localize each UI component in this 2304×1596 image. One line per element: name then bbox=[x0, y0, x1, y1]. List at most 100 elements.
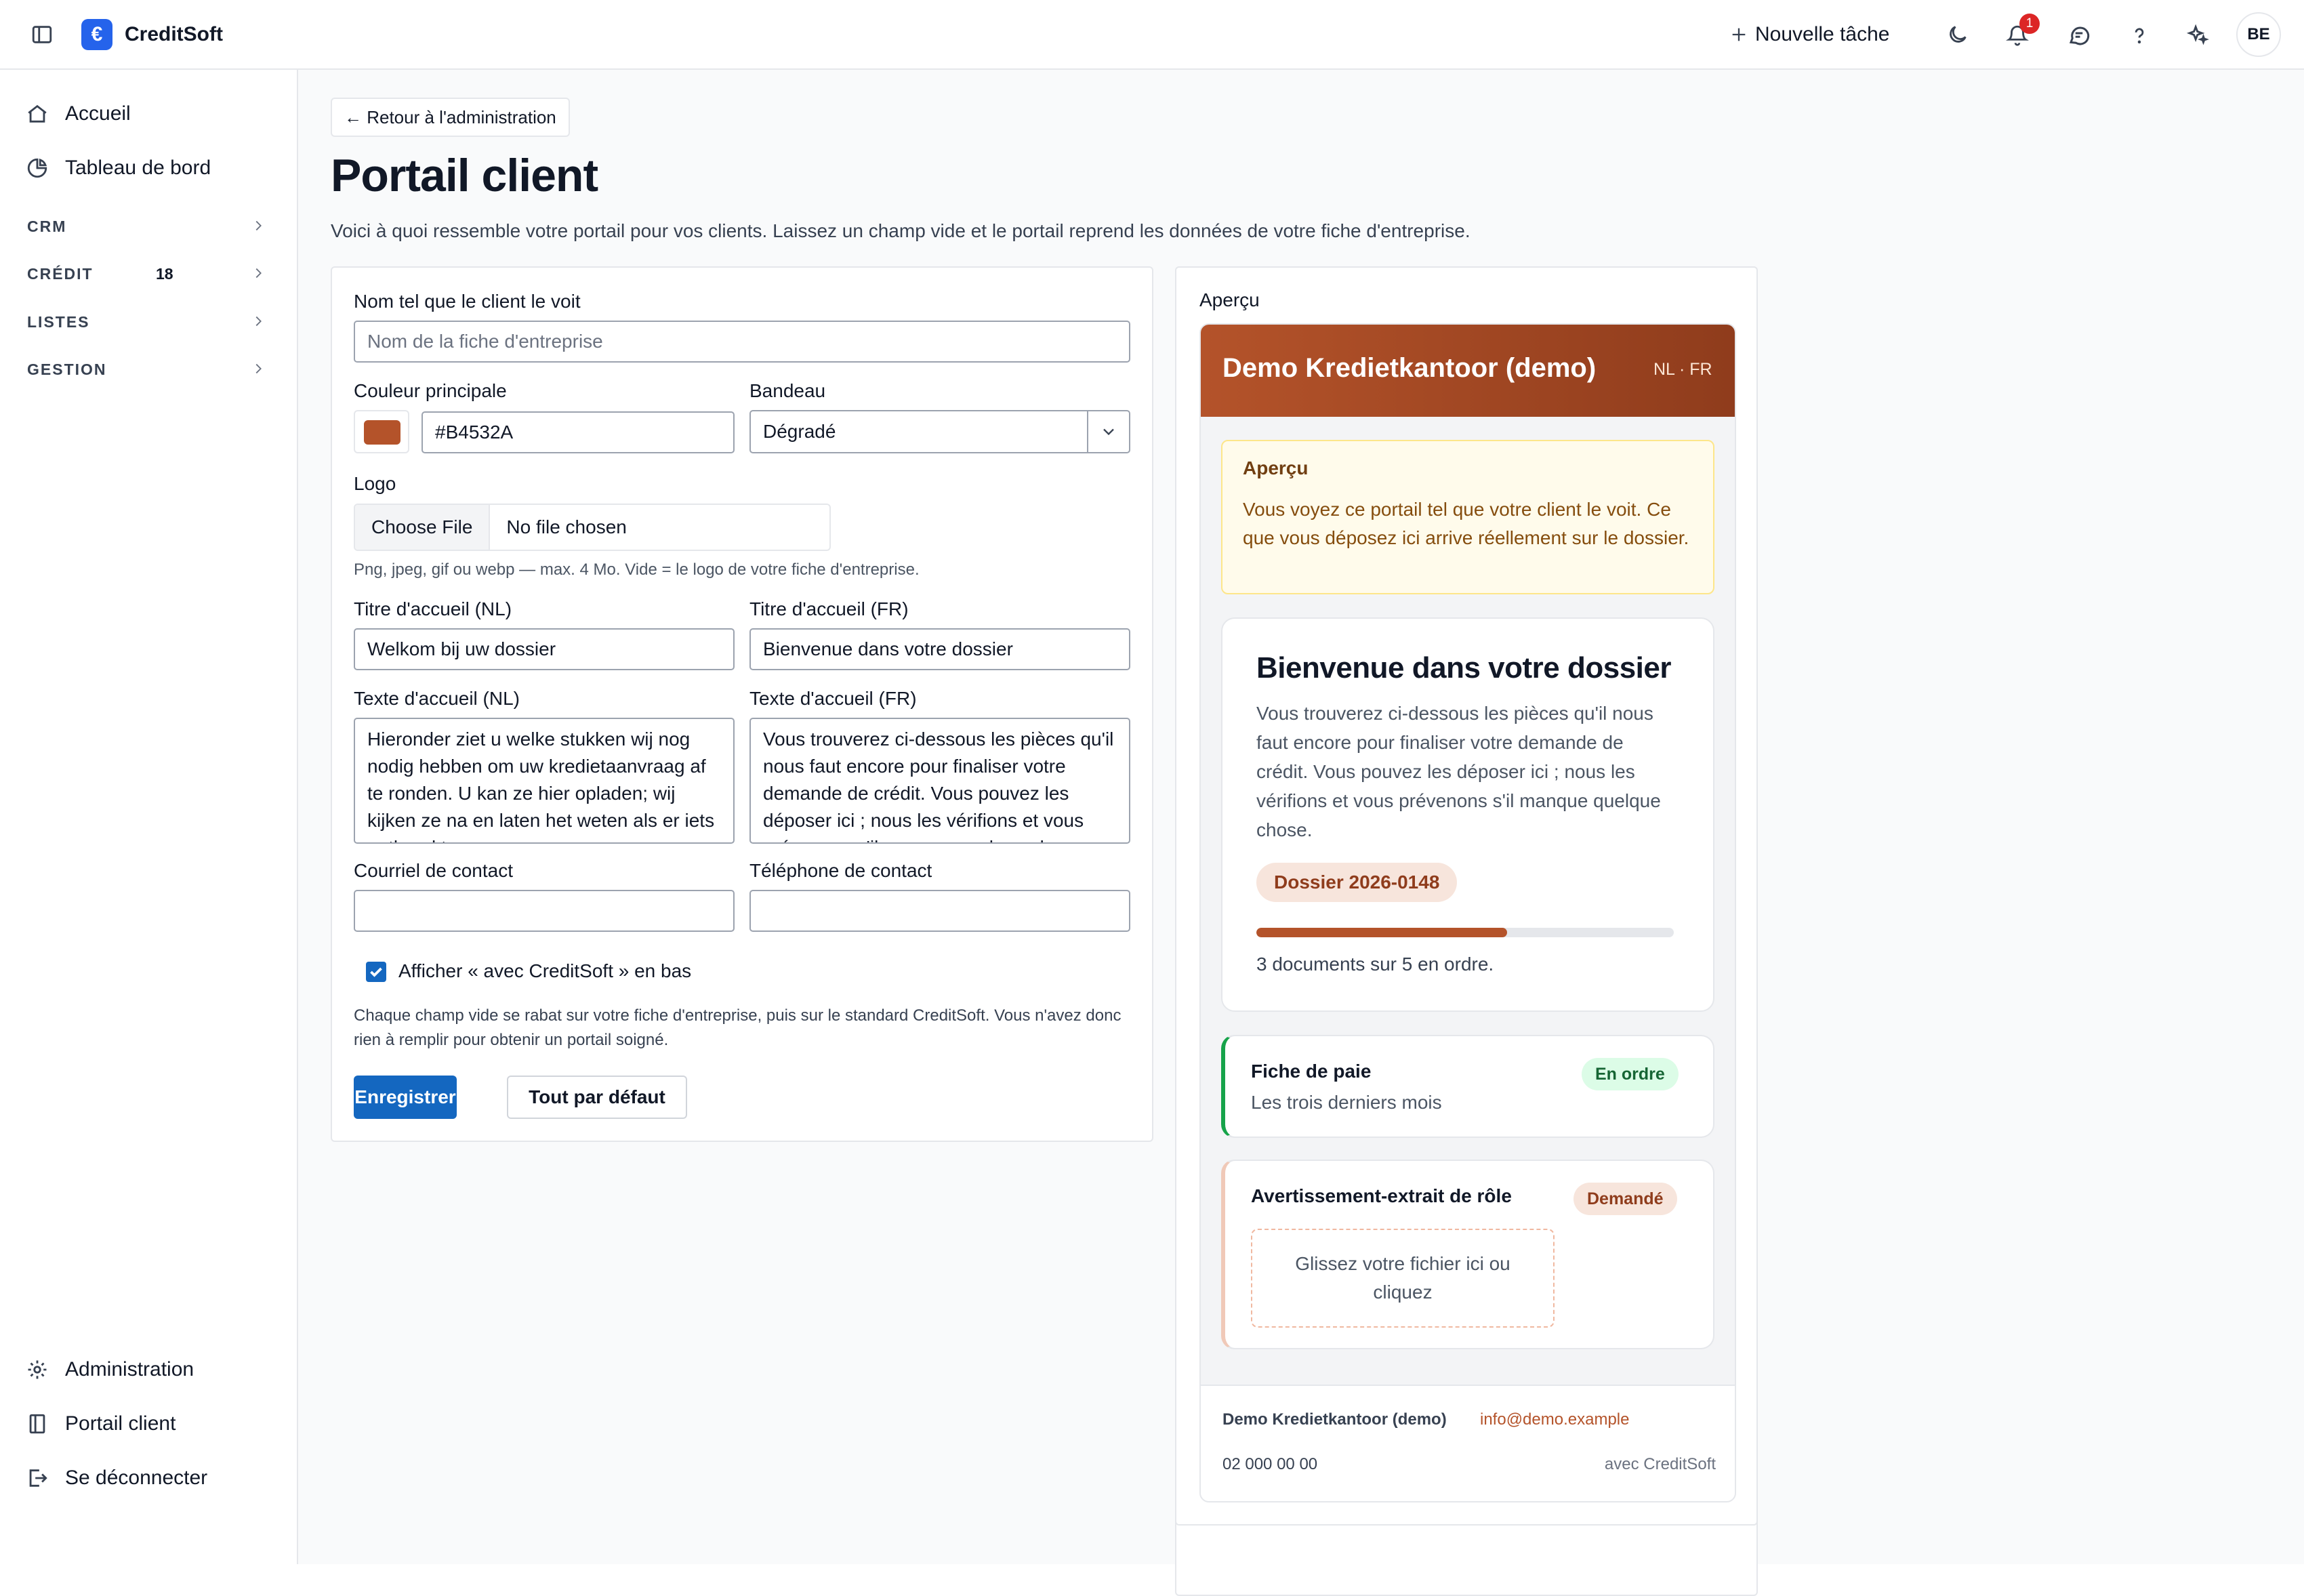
notice-text: Vous voyez ce portail tel que votre clie… bbox=[1243, 499, 1689, 548]
new-task-label: Nouvelle tâche bbox=[1755, 23, 1890, 45]
portal-company-name: Demo Kredietkantoor (demo) bbox=[1222, 353, 1597, 383]
sidebar-section-label: CRM bbox=[27, 218, 67, 235]
preview-label: Aperçu bbox=[1199, 289, 1260, 310]
show-footer-label[interactable]: Afficher « avec CreditSoft » en bas bbox=[398, 960, 691, 982]
sidebar-item-label: Se déconnecter bbox=[65, 1467, 208, 1489]
home-icon bbox=[26, 102, 49, 125]
sidebar-section-label: LISTES bbox=[27, 313, 90, 331]
sidebar: Accueil Tableau de bord CRM CRÉDIT 18 LI… bbox=[0, 70, 298, 1564]
client-name-placeholder: Nom de la fiche d'entreprise bbox=[367, 331, 603, 352]
notification-badge: 1 bbox=[2019, 14, 2040, 34]
logo-file-input[interactable]: Choose File No file chosen bbox=[354, 504, 831, 551]
chevron-right-icon bbox=[251, 361, 266, 376]
page-title: Portail client bbox=[331, 150, 598, 201]
status-badge: Demandé bbox=[1573, 1183, 1677, 1215]
title-fr-input[interactable]: Bienvenue dans votre dossier bbox=[749, 628, 1130, 670]
sidebar-item-logout[interactable]: Se déconnecter bbox=[14, 1461, 278, 1495]
banner-select[interactable]: Dégradé bbox=[749, 410, 1130, 453]
sparkle-icon[interactable] bbox=[2186, 23, 2209, 46]
portal-banner: Demo Kredietkantoor (demo) NL · FR bbox=[1201, 325, 1735, 417]
settings-form: Nom tel que le client le voit Nom de la … bbox=[331, 266, 1153, 1142]
file-dropzone[interactable]: Glissez votre fichier ici ou cliquez bbox=[1251, 1229, 1555, 1328]
document-item: Avertissement-extrait de rôle Demandé Gl… bbox=[1221, 1160, 1714, 1349]
chevron-right-icon bbox=[251, 218, 266, 233]
status-badge: En ordre bbox=[1582, 1058, 1679, 1090]
document-title: Avertissement-extrait de rôle bbox=[1251, 1185, 1512, 1206]
preview-card: Aperçu Demo Kredietkantoor (demo) NL · F… bbox=[1175, 266, 1758, 1526]
document-item: Fiche de paie Les trois derniers mois En… bbox=[1221, 1035, 1714, 1138]
reset-defaults-button[interactable]: Tout par défaut bbox=[507, 1076, 687, 1119]
sidebar-item-dashboard[interactable]: Tableau de bord bbox=[14, 151, 278, 185]
progress-track bbox=[1256, 928, 1674, 937]
sidebar-section-management[interactable]: GESTION bbox=[14, 352, 278, 386]
logo-help-text: Png, jpeg, gif ou webp — max. 4 Mo. Vide… bbox=[354, 560, 920, 579]
name-label: Nom tel que le client le voit bbox=[354, 291, 581, 312]
logout-icon bbox=[26, 1467, 49, 1490]
pie-chart-icon bbox=[26, 157, 49, 180]
sidebar-section-lists[interactable]: LISTES bbox=[14, 304, 278, 338]
text-fr-textarea[interactable]: Vous trouverez ci-dessous les pièces qu'… bbox=[749, 718, 1130, 844]
form-help-text: Chaque champ vide se rabat sur votre fic… bbox=[354, 1006, 1122, 1049]
choose-file-button[interactable]: Choose File bbox=[355, 505, 491, 550]
text-nl-label: Texte d'accueil (NL) bbox=[354, 688, 520, 709]
footer-phone: 02 000 00 00 bbox=[1222, 1455, 1318, 1473]
title-nl-value: Welkom bij uw dossier bbox=[367, 638, 556, 659]
color-hex-value: #B4532A bbox=[435, 422, 514, 443]
sidebar-item-administration[interactable]: Administration bbox=[14, 1353, 278, 1387]
preview-notice: Aperçu Vous voyez ce portail tel que vot… bbox=[1221, 440, 1714, 594]
sidebar-toggle-icon[interactable] bbox=[30, 23, 54, 46]
language-switch[interactable]: NL · FR bbox=[1653, 360, 1712, 380]
email-label: Courriel de contact bbox=[354, 860, 514, 881]
footer-email-link[interactable]: info@demo.example bbox=[1480, 1410, 1629, 1429]
phone-label: Téléphone de contact bbox=[749, 860, 932, 881]
welcome-text: Vous trouverez ci-dessous les pièces qu'… bbox=[1256, 703, 1661, 840]
show-footer-checkbox[interactable] bbox=[366, 962, 386, 982]
sidebar-item-client-portal[interactable]: Portail client bbox=[14, 1407, 278, 1441]
dark-mode-icon[interactable] bbox=[1946, 23, 1969, 46]
back-button[interactable]: ← Retour à l'administration bbox=[331, 98, 570, 137]
footer-company: Demo Kredietkantoor (demo) bbox=[1222, 1410, 1447, 1429]
save-button[interactable]: Enregistrer bbox=[354, 1076, 457, 1119]
user-avatar[interactable]: BE bbox=[2236, 12, 2281, 57]
dossier-badge: Dossier 2026-0148 bbox=[1256, 863, 1458, 902]
progress-text: 3 documents sur 5 en ordre. bbox=[1256, 954, 1494, 975]
notice-title: Aperçu bbox=[1243, 457, 1309, 478]
new-task-button[interactable]: Nouvelle tâche bbox=[1729, 19, 1889, 50]
app-logo-icon: € bbox=[81, 19, 112, 50]
chat-icon[interactable] bbox=[2067, 23, 2091, 47]
sidebar-item-label: Administration bbox=[65, 1358, 194, 1380]
welcome-title: Bienvenue dans votre dossier bbox=[1256, 651, 1672, 684]
client-name-input[interactable]: Nom de la fiche d'entreprise bbox=[354, 321, 1130, 363]
help-icon[interactable] bbox=[2128, 23, 2151, 47]
chevron-right-icon bbox=[251, 314, 266, 329]
title-fr-label: Titre d'accueil (FR) bbox=[749, 598, 909, 619]
title-fr-value: Bienvenue dans votre dossier bbox=[763, 638, 1013, 659]
sidebar-item-label: Portail client bbox=[65, 1412, 176, 1435]
text-nl-textarea[interactable]: Hieronder ziet u welke stukken wij nog n… bbox=[354, 718, 735, 844]
title-nl-label: Titre d'accueil (NL) bbox=[354, 598, 512, 619]
document-subtitle: Les trois derniers mois bbox=[1251, 1092, 1442, 1113]
contact-email-input[interactable] bbox=[354, 890, 735, 932]
gear-icon bbox=[26, 1358, 49, 1381]
file-status: No file chosen bbox=[506, 516, 627, 537]
chevron-down-icon bbox=[1088, 422, 1129, 441]
sidebar-section-label: CRÉDIT bbox=[27, 265, 94, 283]
top-bar: € CreditSoft Nouvelle tâche 1 BE bbox=[0, 0, 2304, 70]
chevron-right-icon bbox=[251, 266, 266, 281]
contact-phone-input[interactable] bbox=[749, 890, 1130, 932]
sidebar-section-credit[interactable]: CRÉDIT 18 bbox=[14, 256, 278, 290]
progress-fill bbox=[1256, 928, 1507, 937]
sidebar-section-label: GESTION bbox=[27, 361, 107, 378]
color-swatch-button[interactable] bbox=[354, 410, 409, 453]
footer-brand: avec CreditSoft bbox=[1604, 1455, 1716, 1473]
text-fr-label: Texte d'accueil (FR) bbox=[749, 688, 917, 709]
credit-count-badge: 18 bbox=[156, 265, 173, 283]
sidebar-item-home[interactable]: Accueil bbox=[14, 97, 278, 131]
banner-label: Bandeau bbox=[749, 380, 826, 401]
check-icon bbox=[370, 967, 382, 977]
sidebar-section-crm[interactable]: CRM bbox=[14, 209, 278, 243]
color-hex-input[interactable]: #B4532A bbox=[421, 411, 735, 453]
app-name: CreditSoft bbox=[125, 23, 223, 45]
plus-icon bbox=[1729, 25, 1748, 44]
title-nl-input[interactable]: Welkom bij uw dossier bbox=[354, 628, 735, 670]
